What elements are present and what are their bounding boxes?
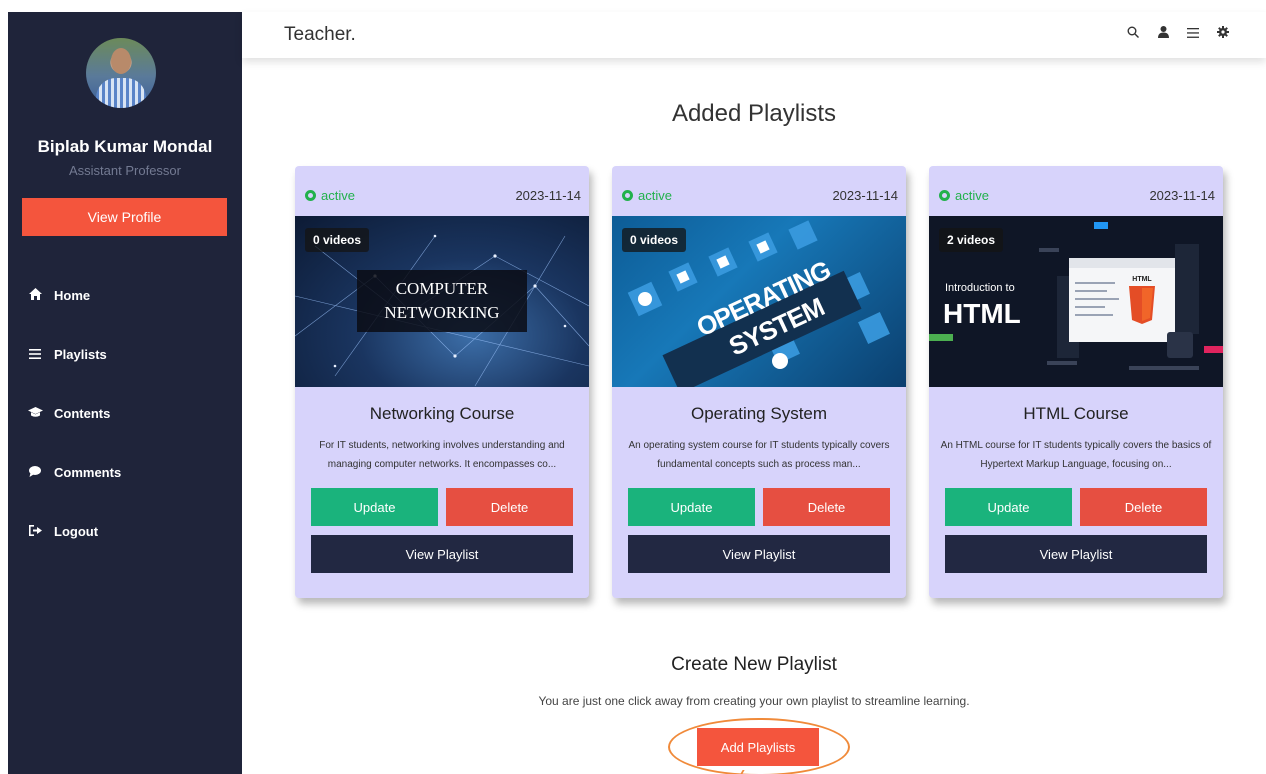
logout-icon (26, 524, 44, 539)
status-badge: active (305, 188, 355, 203)
update-button[interactable]: Update (628, 488, 755, 526)
sidebar-item-label: Logout (54, 523, 99, 539)
playlist-title: HTML Course (1023, 404, 1129, 423)
playlist-description: An operating system course for IT studen… (628, 440, 890, 470)
create-playlist-description: You are just one click away from creatin… (538, 694, 970, 708)
add-playlists-button[interactable]: Add Playlists (697, 728, 819, 766)
app-frame: Biplab Kumar Mondal Assistant Professor … (8, 12, 1266, 774)
playlist-description: For IT students, networking involves und… (319, 440, 565, 470)
video-count-badge: 0 videos (622, 228, 687, 252)
header-icons (1126, 26, 1230, 41)
update-button[interactable]: Update (945, 488, 1072, 526)
home-icon (26, 287, 44, 303)
playlist-date: 2023-11-14 (515, 187, 581, 203)
html5-logo-label: HTML (1132, 276, 1152, 283)
sidebar-item-logout[interactable]: Logout (8, 513, 242, 549)
playlist-thumbnail[interactable]: HTML Introduction to HTML 2 videos (929, 216, 1223, 387)
sidebar-item-home[interactable]: Home (8, 277, 242, 313)
sidebar-item-label: Playlists (54, 346, 107, 362)
user-name: Biplab Kumar Mondal (37, 137, 213, 156)
view-playlist-button[interactable]: View Playlist (628, 535, 890, 573)
delete-button[interactable]: Delete (763, 488, 890, 526)
playlist-card: active 2023-11-14 COMPUTER NETWORKING 0 … (295, 166, 589, 598)
view-profile-button[interactable]: View Profile (22, 198, 227, 236)
playlist-date: 2023-11-14 (832, 187, 898, 203)
view-playlist-button[interactable]: View Playlist (311, 535, 573, 573)
status-badge: active (939, 188, 989, 203)
sidebar-item-comments[interactable]: Comments (8, 454, 242, 490)
status-badge: active (622, 188, 672, 203)
view-playlist-button[interactable]: View Playlist (945, 535, 1207, 573)
video-count-badge: 2 videos (939, 228, 1004, 252)
brand-logo[interactable]: Teacher. (284, 24, 356, 46)
playlist-description: An HTML course for IT students typically… (940, 440, 1212, 470)
menu-icon[interactable] (1186, 26, 1200, 41)
top-header: Teacher. (242, 12, 1266, 58)
list-icon (26, 347, 44, 362)
playlist-card: active 2023-11-14 OPERATING SYSTEM 0 vid… (612, 166, 906, 598)
sidebar-item-label: Comments (54, 464, 122, 480)
sidebar: Biplab Kumar Mondal Assistant Professor … (8, 12, 242, 774)
playlist-title: Operating System (690, 404, 828, 423)
sidebar-item-playlists[interactable]: Playlists (8, 336, 242, 372)
playlist-thumbnail[interactable]: OPERATING SYSTEM 0 videos (612, 216, 906, 387)
sidebar-item-label: Contents (54, 405, 111, 421)
user-role: Assistant Professor (69, 163, 181, 178)
playlist-thumbnail[interactable]: COMPUTER NETWORKING 0 videos (295, 216, 589, 387)
delete-button[interactable]: Delete (1080, 488, 1207, 526)
search-icon[interactable] (1126, 26, 1140, 41)
sidebar-item-contents[interactable]: Contents (8, 395, 242, 431)
comment-icon (26, 465, 44, 480)
graduation-cap-icon (26, 406, 44, 421)
update-button[interactable]: Update (311, 488, 438, 526)
gear-icon[interactable] (1216, 26, 1230, 41)
avatar[interactable] (86, 38, 156, 108)
thumbnail-caption: COMPUTER NETWORKING (357, 270, 527, 332)
video-count-badge: 0 videos (305, 228, 370, 252)
user-icon[interactable] (1156, 26, 1170, 41)
sidebar-item-label: Home (54, 287, 91, 303)
create-playlist-title: Create New Playlist (671, 654, 837, 675)
page-title: Added Playlists (671, 100, 837, 127)
playlist-date: 2023-11-14 (1149, 187, 1215, 203)
playlist-title: Networking Course (369, 404, 515, 423)
playlist-card: active 2023-11-14 HTML Introduction to H… (929, 166, 1223, 598)
delete-button[interactable]: Delete (446, 488, 573, 526)
thumbnail-caption-small: Introduction to (945, 282, 1015, 294)
thumbnail-caption: HTML (943, 298, 1021, 329)
